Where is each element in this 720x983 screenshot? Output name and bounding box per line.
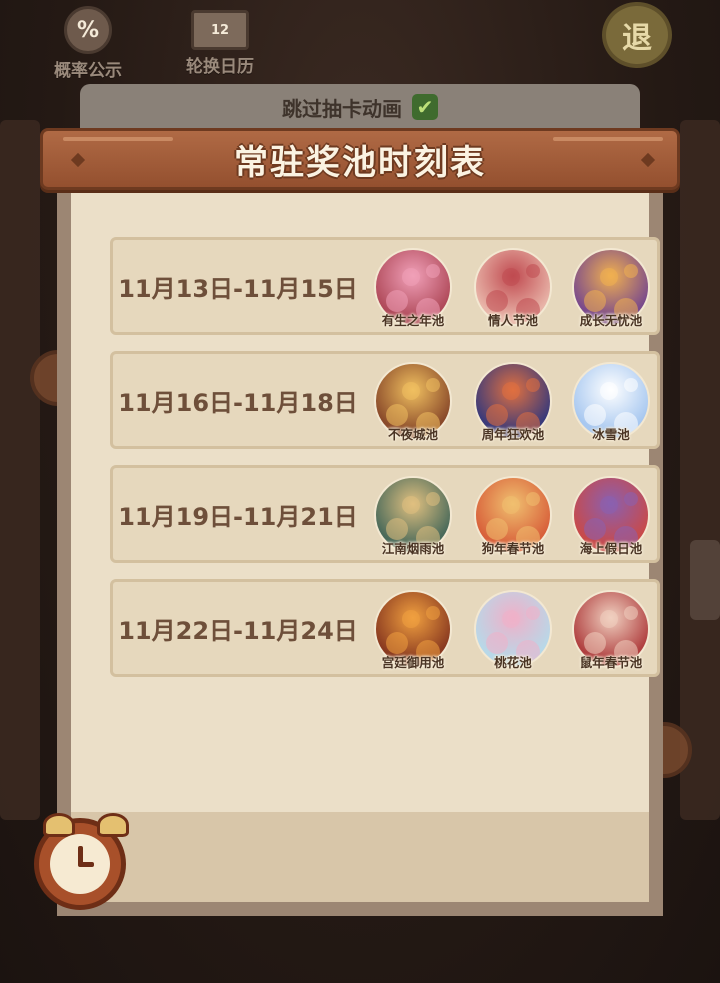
pool-name: 周年狂欢池 [481,427,545,442]
pool-name: 情人节池 [487,313,538,328]
pool-name: 有生之年池 [381,313,445,328]
pool-item[interactable]: 周年狂欢池 [471,362,555,443]
panel-footer [71,812,649,902]
schedule-row: 11月13日-11月15日有生之年池 情人节池 成长无忧池 [110,237,660,335]
pool-name: 成长无忧池 [579,313,643,328]
alarm-clock-icon [34,813,129,910]
pool-item[interactable]: 有生之年池 [371,248,455,329]
pool-name: 不夜城池 [387,427,438,442]
pool-item[interactable]: 宫廷御用池 [371,590,455,671]
pool-item[interactable]: 狗年春节池 [471,476,555,557]
top-bar: % 概率公示 12 轮换日历 退 [0,0,720,81]
pool-item[interactable]: 海上假日池 [569,476,653,557]
skip-animation-toggle[interactable]: 跳过抽卡动画 ✔ [80,84,640,130]
checkmark-icon[interactable]: ✔ [412,94,438,120]
pool-name: 冰雪池 [592,427,630,442]
schedule-row: 11月16日-11月18日不夜城池 周年狂欢池 冰雪池 [110,351,660,449]
calendar-button[interactable]: 12 轮换日历 [186,10,254,77]
date-range: 11月13日-11月15日 [118,274,358,303]
probability-label: 概率公示 [54,61,122,81]
percent-icon: % [64,6,112,54]
pool-item[interactable]: 成长无忧池 [569,248,653,329]
date-range: 11月16日-11月18日 [118,388,358,417]
pool-item[interactable]: 情人节池 [471,248,555,329]
skip-animation-label: 跳过抽卡动画 [282,96,402,121]
date-range: 11月22日-11月24日 [118,616,358,645]
pool-item[interactable]: 桃花池 [471,590,555,671]
pool-name: 江南烟雨池 [381,541,445,556]
pool-item[interactable]: 江南烟雨池 [371,476,455,557]
banner-title: 常驻奖池时刻表 [234,142,486,183]
schedule-list: 11月13日-11月15日有生之年池 情人节池 成长无忧池 11月16日-11月18日… [110,237,660,693]
pool-name: 鼠年春节池 [579,655,643,670]
pool-name: 海上假日池 [579,541,643,556]
calendar-label: 轮换日历 [186,57,254,77]
pool-name: 宫廷御用池 [381,655,445,670]
title-banner: 常驻奖池时刻表 [40,128,680,190]
pool-name: 狗年春节池 [481,541,545,556]
schedule-row: 11月22日-11月24日宫廷御用池 桃花池 鼠年春节池 [110,579,660,677]
exit-button[interactable]: 退 [602,2,672,68]
pool-item[interactable]: 不夜城池 [371,362,455,443]
pool-item[interactable]: 鼠年春节池 [569,590,653,671]
calendar-icon: 12 [191,10,249,50]
pool-name: 桃花池 [494,655,532,670]
pool-item[interactable]: 冰雪池 [569,362,653,443]
date-range: 11月19日-11月21日 [118,502,358,531]
schedule-row: 11月19日-11月21日江南烟雨池 狗年春节池 海上假日池 [110,465,660,563]
probability-button[interactable]: % 概率公示 [54,6,122,81]
